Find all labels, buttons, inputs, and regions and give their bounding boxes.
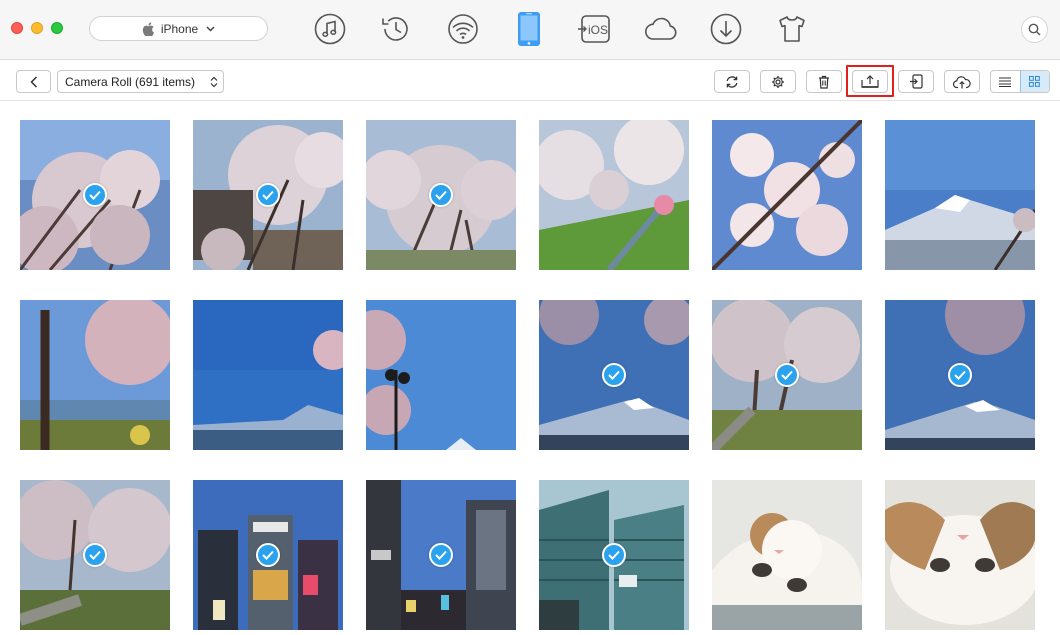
album-selector[interactable]: Camera Roll (691 items)	[57, 70, 224, 93]
selected-checkmark-icon	[948, 363, 972, 387]
export-highlight-frame	[846, 65, 894, 97]
photo-tile[interactable]	[20, 300, 170, 450]
download-icon[interactable]	[709, 12, 743, 46]
photo-tile[interactable]	[712, 480, 862, 630]
selected-checkmark-icon	[602, 543, 626, 567]
chevron-down-icon	[206, 25, 215, 32]
zoom-window-button[interactable]	[51, 22, 63, 34]
selected-checkmark-icon	[429, 183, 453, 207]
chevron-left-icon	[29, 75, 37, 88]
selected-checkmark-icon	[602, 363, 626, 387]
album-name: Camera Roll (691 items)	[65, 74, 196, 89]
selected-checkmark-icon	[83, 543, 107, 567]
iphone-icon[interactable]	[512, 12, 546, 46]
title-bar: iPhone iOS	[0, 0, 1060, 60]
music-icon[interactable]	[313, 12, 347, 46]
close-window-button[interactable]	[11, 22, 23, 34]
tshirt-icon[interactable]	[775, 12, 809, 46]
settings-button[interactable]	[760, 70, 796, 93]
cloud-upload-icon	[953, 75, 971, 88]
photo-tile[interactable]	[539, 120, 689, 270]
selected-checkmark-icon	[775, 363, 799, 387]
refresh-button[interactable]	[714, 70, 750, 93]
photo-tile[interactable]	[366, 300, 516, 450]
svg-text:iOS: iOS	[588, 23, 608, 37]
photo-tile[interactable]	[885, 120, 1035, 270]
trash-icon	[819, 75, 829, 89]
add-to-device-icon	[910, 74, 923, 89]
selected-checkmark-icon	[429, 543, 453, 567]
photo-tile[interactable]	[193, 300, 343, 450]
photo-tile[interactable]	[193, 120, 343, 270]
selected-checkmark-icon	[256, 543, 280, 567]
photo-tile[interactable]	[366, 480, 516, 630]
selected-checkmark-icon	[83, 183, 107, 207]
refresh-icon	[726, 75, 738, 88]
history-icon[interactable]	[379, 12, 413, 46]
list-view-icon	[999, 76, 1012, 87]
to-ios-icon[interactable]: iOS	[577, 12, 611, 46]
view-mode-switch	[990, 70, 1050, 93]
minimize-window-button[interactable]	[31, 22, 43, 34]
settings-icon	[772, 75, 784, 88]
grid-view-button[interactable]	[1019, 71, 1049, 92]
toolbar: Camera Roll (691 items)	[0, 61, 1060, 101]
photo-tile[interactable]	[885, 480, 1035, 630]
photo-tile[interactable]	[20, 480, 170, 630]
app-window: iPhone iOS Camera Roll (691 items)	[0, 0, 1060, 635]
add-to-device-button[interactable]	[898, 70, 934, 93]
selected-checkmark-icon	[256, 183, 280, 207]
photo-tile[interactable]	[885, 300, 1035, 450]
cloud-upload-button[interactable]	[944, 70, 980, 93]
device-name: iPhone	[160, 21, 199, 36]
list-view-button[interactable]	[991, 71, 1020, 92]
search-button[interactable]	[1021, 16, 1048, 43]
updown-chevron-icon	[210, 76, 218, 88]
grid-view-icon	[1029, 76, 1041, 87]
icloud-icon[interactable]	[643, 12, 677, 46]
photo-tile[interactable]	[20, 120, 170, 270]
photo-tile[interactable]	[712, 300, 862, 450]
delete-button[interactable]	[806, 70, 842, 93]
photo-tile[interactable]	[193, 480, 343, 630]
photo-tile[interactable]	[712, 120, 862, 270]
photo-tile[interactable]	[539, 480, 689, 630]
back-button[interactable]	[16, 70, 51, 93]
photo-tile[interactable]	[366, 120, 516, 270]
device-selector[interactable]: iPhone	[89, 16, 268, 41]
search-icon	[1028, 23, 1041, 36]
photo-tile[interactable]	[539, 300, 689, 450]
wifi-icon[interactable]	[446, 12, 480, 46]
apple-icon	[142, 21, 154, 36]
